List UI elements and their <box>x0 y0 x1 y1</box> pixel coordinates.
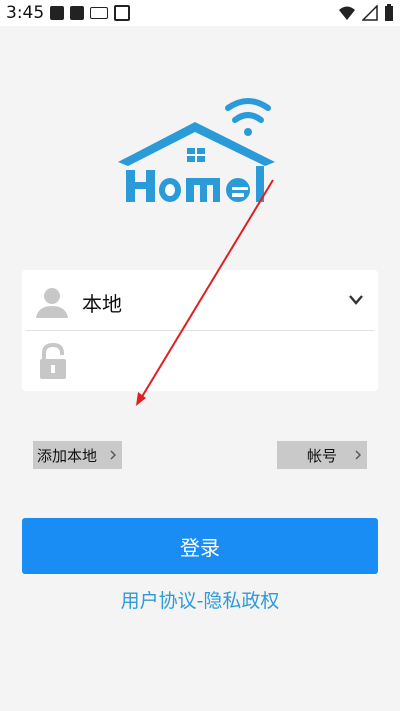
home-logo <box>118 98 275 202</box>
image-notification-icon <box>50 6 64 20</box>
chevron-right-icon <box>355 450 361 460</box>
lock-icon <box>40 343 66 379</box>
system-icons <box>338 4 394 22</box>
chevron-right-icon <box>110 450 116 460</box>
text-notification-icon <box>70 6 84 20</box>
add-local-label: 添加本地 <box>37 446 98 465</box>
wifi-icon <box>225 98 271 136</box>
status-bar: 3:45 <box>0 0 400 26</box>
login-form: 本地 <box>22 270 378 391</box>
login-label: 登录 <box>180 535 220 560</box>
status-time: 3:45 <box>6 3 45 23</box>
notification-icons <box>50 5 130 21</box>
account-value: 本地 <box>82 292 122 316</box>
user-icon <box>36 288 68 318</box>
chevron-down-icon[interactable] <box>348 294 364 306</box>
wifi-icon <box>339 6 355 20</box>
square-notification-icon <box>114 5 130 21</box>
account-selector[interactable]: 本地 <box>22 270 378 330</box>
keyboard-icon <box>90 7 108 19</box>
battery-icon <box>385 4 393 21</box>
login-button[interactable]: 登录 <box>22 518 378 574</box>
password-field[interactable] <box>22 331 378 391</box>
policy-link[interactable]: 用户协议-隐私政权 <box>0 586 400 613</box>
account-label: 帐号 <box>306 446 337 465</box>
signal-icon <box>362 5 378 21</box>
account-button[interactable]: 帐号 <box>277 441 367 469</box>
add-local-button[interactable]: 添加本地 <box>33 441 122 469</box>
